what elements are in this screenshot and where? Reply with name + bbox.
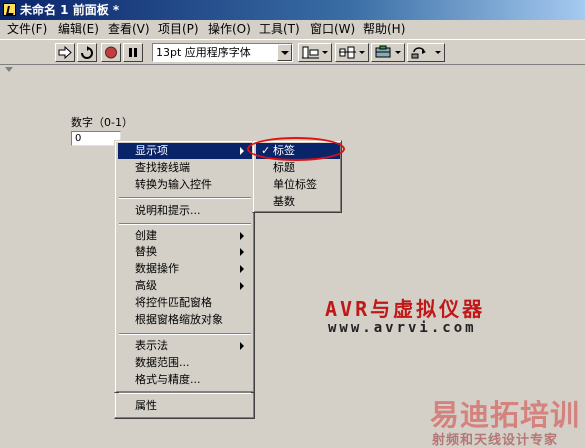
menu-item-data-operations[interactable]: 数据操作 — [118, 261, 252, 277]
resize-objects-button[interactable] — [371, 43, 405, 62]
abort-icon — [105, 46, 117, 59]
window-title: 未命名 1 前面板 * — [20, 3, 120, 17]
menu-item-label: 根据窗格缩放对象 — [135, 313, 223, 326]
menu-item-label: 属性 — [135, 399, 157, 412]
numeric-value: 0 — [75, 133, 82, 144]
menu-item-properties[interactable]: 属性 — [118, 398, 252, 414]
submenu-item-text: 标题 — [273, 161, 295, 174]
watermark-slogan: 射频和天线设计专家 — [432, 433, 559, 448]
menu-separator — [119, 197, 251, 199]
labview-vi-icon — [3, 3, 16, 16]
origin-marker-icon — [5, 67, 13, 72]
menu-item-label: 高级 — [135, 279, 157, 292]
menu-item-label: 创建 — [135, 229, 157, 242]
menu-separator — [119, 392, 251, 394]
menu-bar: 文件(F) 编辑(E) 查看(V) 项目(P) 操作(O) 工具(T) 窗口(W… — [0, 20, 585, 39]
menu-item-advanced[interactable]: 高级 — [118, 278, 252, 294]
submenu-arrow-icon — [240, 265, 244, 273]
menu-item-format-precision[interactable]: 格式与精度... — [118, 372, 252, 388]
menu-item-label: 数据操作 — [135, 262, 179, 275]
menu-item-label: 格式与精度... — [135, 373, 201, 386]
menu-item-fit-control-to-pane[interactable]: 将控件匹配窗格 — [118, 295, 252, 311]
menu-help[interactable]: 帮助(H) — [363, 20, 405, 39]
menu-item-label: 将控件匹配窗格 — [135, 296, 212, 309]
menu-item-label: 替换 — [135, 245, 157, 258]
menu-item-representation[interactable]: 表示法 — [118, 338, 252, 354]
numeric-label[interactable]: 数字（0-1） — [71, 114, 133, 130]
context-menu-tail: 属性 — [114, 392, 255, 419]
pause-button[interactable] — [123, 43, 143, 62]
align-objects-button[interactable] — [298, 43, 332, 62]
watermark-url: www.avrvi.com — [328, 320, 477, 336]
menu-item-label: 说明和提示... — [135, 204, 201, 217]
submenu-arrow-icon — [240, 248, 244, 256]
submenu-item-caption[interactable]: 标题 — [256, 160, 340, 176]
font-select-value: 13pt 应用程序字体 — [156, 46, 251, 59]
menu-view[interactable]: 查看(V) — [108, 20, 150, 39]
menu-item-label: 数据范围... — [135, 356, 190, 369]
menu-window[interactable]: 窗口(W) — [310, 20, 355, 39]
menu-item-find-terminal[interactable]: 查找接线端 — [118, 160, 252, 176]
menu-item-description-tip[interactable]: 说明和提示... — [118, 203, 252, 219]
menu-separator — [119, 333, 251, 335]
watermark-avr: AVR与虚拟仪器 — [325, 297, 486, 321]
submenu-arrow-icon — [240, 147, 244, 155]
run-continuously-icon — [81, 46, 93, 59]
menu-tools[interactable]: 工具(T) — [259, 20, 300, 39]
annotation-ellipse — [247, 137, 345, 161]
menu-file[interactable]: 文件(F) — [7, 20, 47, 39]
menu-item-replace[interactable]: 替换 — [118, 244, 252, 260]
toolbar: 13pt 应用程序字体 — [0, 39, 585, 65]
reorder-button[interactable] — [407, 43, 445, 62]
reorder-icon — [411, 47, 426, 59]
resize-objects-icon — [375, 45, 391, 58]
distribute-objects-icon — [339, 46, 356, 59]
menu-operate[interactable]: 操作(O) — [208, 20, 251, 39]
abort-button[interactable] — [101, 43, 121, 62]
menu-item-label: 显示项 — [135, 144, 168, 157]
run-continuously-button[interactable] — [77, 43, 97, 62]
watermark-edatop: 易迪拓培训 — [430, 398, 581, 432]
menu-item-label: 查找接线端 — [135, 161, 190, 174]
menu-item-change-to-control[interactable]: 转换为输入控件 — [118, 177, 252, 193]
menu-project[interactable]: 项目(P) — [158, 20, 199, 39]
title-bar: 未命名 1 前面板 * — [0, 0, 585, 20]
run-arrow-icon — [58, 46, 72, 59]
chevron-down-icon[interactable] — [277, 44, 292, 61]
menu-edit[interactable]: 编辑(E) — [58, 20, 99, 39]
distribute-objects-button[interactable] — [335, 43, 369, 62]
menu-separator — [119, 223, 251, 225]
align-objects-icon — [302, 46, 319, 59]
submenu-item-unit-label[interactable]: 单位标签 — [256, 177, 340, 193]
submenu-item-radix[interactable]: 基数 — [256, 194, 340, 210]
menu-item-visible-items[interactable]: 显示项 — [118, 143, 252, 159]
menu-item-data-range[interactable]: 数据范围... — [118, 355, 252, 371]
menu-item-label: 转换为输入控件 — [135, 178, 212, 191]
menu-item-label: 表示法 — [135, 339, 168, 352]
submenu-arrow-icon — [240, 342, 244, 350]
submenu-arrow-icon — [240, 282, 244, 290]
run-button[interactable] — [55, 43, 75, 62]
submenu-item-text: 单位标签 — [273, 178, 317, 191]
submenu-item-text: 基数 — [273, 195, 295, 208]
pause-icon — [129, 48, 137, 57]
font-select[interactable]: 13pt 应用程序字体 — [152, 43, 293, 62]
context-menu: 显示项 查找接线端 转换为输入控件 说明和提示... 创建 替换 数据操作 高级… — [114, 140, 255, 393]
menu-item-create[interactable]: 创建 — [118, 228, 252, 244]
menu-item-scale-object-with-pane[interactable]: 根据窗格缩放对象 — [118, 312, 252, 328]
submenu-arrow-icon — [240, 232, 244, 240]
